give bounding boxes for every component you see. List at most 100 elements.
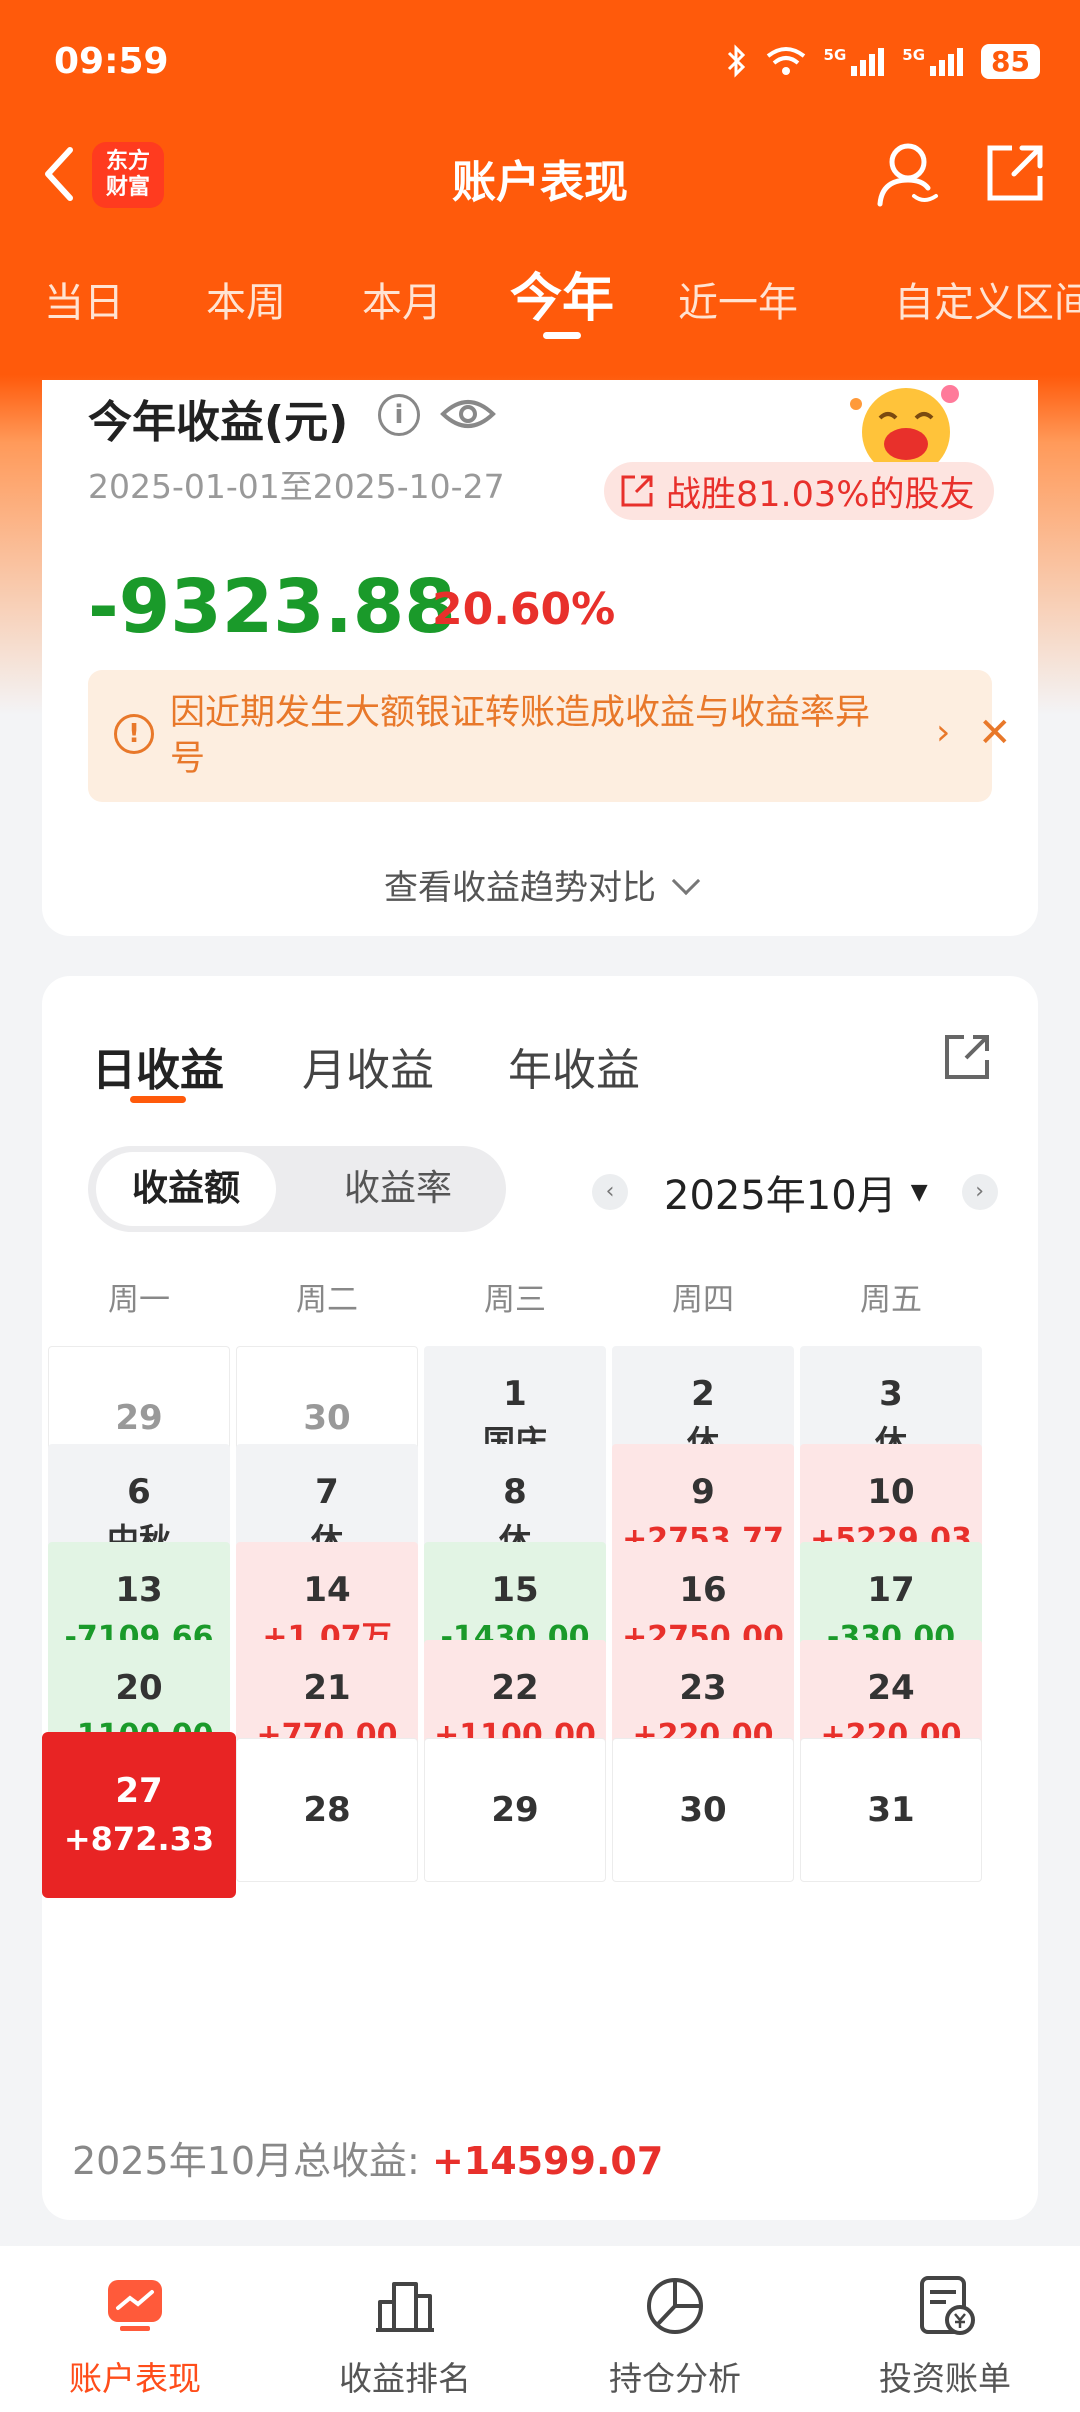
calendar-day[interactable]: 29 (424, 1738, 606, 1882)
calendar-day-number: 13 (115, 1570, 163, 1610)
performance-chart-icon (108, 2280, 162, 2331)
tab-custom-range[interactable]: 自定义区间 (894, 270, 1080, 328)
beat-rank-text: 战胜81.03%的股友 (666, 474, 975, 515)
share-icon[interactable] (984, 142, 1046, 204)
active-tab-indicator (543, 332, 581, 339)
nav-label: 投资账单 (879, 2359, 1011, 2398)
battery-level: 85 (981, 43, 1040, 79)
toggle-rate[interactable]: 收益率 (308, 1152, 488, 1226)
nav-investment-bill[interactable]: 投资账单 (810, 2272, 1080, 2402)
top-bar: 09:59 5G 5G 85 东方 财富 账户表现 当日 本周 本月 今年 近一… (0, 0, 1080, 375)
calendar-day-number: 29 (491, 1790, 539, 1830)
nav-account-performance[interactable]: 账户表现 (0, 2272, 270, 2402)
tab-month[interactable]: 本月 (362, 270, 442, 328)
date-range: 2025-01-01至2025-10-27 (88, 467, 505, 506)
notice-text: 因近期发生大额银证转账造成收益与收益率异号 (170, 693, 871, 779)
calendar-day[interactable]: 30 (612, 1738, 794, 1882)
signal-icon: 5G (824, 46, 885, 76)
calendar-day-number: 2 (691, 1374, 715, 1414)
calendar-day-number: 30 (303, 1398, 351, 1438)
calendar-day-number: 20 (115, 1668, 163, 1708)
tab-today[interactable]: 当日 (44, 270, 124, 328)
calendar-day-number: 24 (867, 1668, 915, 1708)
pie-chart-icon (647, 2278, 703, 2334)
eye-icon[interactable] (440, 392, 496, 436)
status-bar: 09:59 5G 5G 85 (54, 36, 1040, 86)
nav-label: 收益排名 (339, 2359, 471, 2398)
tab-this-year[interactable]: 今年 (510, 256, 614, 331)
calendar-day[interactable]: 28 (236, 1738, 418, 1882)
tab-last-year[interactable]: 近一年 (678, 270, 798, 328)
bar-chart-icon (376, 2282, 434, 2332)
weekday-label: 周三 (484, 1282, 546, 1318)
metric-toggle: 收益额 收益率 (88, 1146, 506, 1232)
next-month-icon[interactable]: › (961, 1174, 998, 1210)
toggle-amount[interactable]: 收益额 (96, 1152, 276, 1226)
calendar-day[interactable]: 27 +872.33 (42, 1732, 236, 1898)
notice-banner[interactable]: ! 因近期发生大额银证转账造成收益与收益率异号 › ✕ (88, 670, 1012, 802)
compare-trend-text: 查看收益趋势对比 (384, 868, 656, 908)
close-icon[interactable]: ✕ (978, 710, 1012, 756)
warning-icon: ! (114, 714, 154, 754)
bluetooth-icon (727, 44, 745, 78)
calendar-day-number: 22 (491, 1668, 539, 1708)
export-icon[interactable] (942, 1032, 992, 1082)
signal-label-2: 5G (902, 46, 926, 64)
current-month[interactable]: 2025年10月 (664, 1163, 897, 1221)
calendar-day-number: 15 (491, 1570, 539, 1610)
caret-down-icon[interactable]: ▼ (911, 1180, 928, 1205)
daily-tab-indicator (130, 1096, 186, 1103)
calendar-day-number: 29 (115, 1398, 163, 1438)
calendar-day-number: 9 (691, 1472, 715, 1512)
year-profit-rate: 20.60% (432, 584, 616, 635)
calendar-day-number: 10 (867, 1472, 915, 1512)
calendar-day-number: 14 (303, 1570, 351, 1610)
summary-card: 今年收益(元) i 2025-01-01至2025-10-27 战胜81.03%… (42, 380, 1038, 936)
month-total: 2025年10月总收益: +14599.07 (72, 2130, 663, 2185)
nav-holding-analysis[interactable]: 持仓分析 (540, 2272, 810, 2402)
calendar-day-number: 27 (115, 1771, 163, 1811)
calendar-day-number: 3 (879, 1374, 903, 1414)
chevron-down-icon (671, 866, 701, 896)
tab-week[interactable]: 本周 (206, 270, 286, 328)
info-icon[interactable]: i (378, 394, 420, 436)
share-small-icon (621, 475, 653, 507)
bill-icon (920, 2276, 975, 2335)
calendar-day-number: 31 (867, 1790, 915, 1830)
nav-profit-ranking[interactable]: 收益排名 (270, 2272, 540, 2402)
chevron-right-icon[interactable]: › (936, 712, 950, 753)
tab-monthly-profit[interactable]: 月收益 (302, 1034, 434, 1098)
bottom-nav: 账户表现 收益排名 持仓分析 投资账单 (0, 2246, 1080, 2412)
month-total-value: +14599.07 (431, 2139, 664, 2183)
calendar-day-number: 17 (867, 1570, 915, 1610)
title-bar: 东方 财富 账户表现 (0, 128, 1080, 220)
tab-daily-profit[interactable]: 日收益 (92, 1034, 224, 1098)
status-time: 09:59 (54, 40, 169, 82)
calendar-grid: 29 30 1 国庆 2 休 3 休 6 中秋 7 休 8 休 9 +2753.77 10 +5229.03 13-… (42, 1346, 1038, 2146)
calendar-day-number: 28 (303, 1790, 351, 1830)
user-privacy-icon[interactable] (876, 140, 940, 208)
weekday-label: 周五 (860, 1282, 922, 1318)
month-total-label: 2025年10月总收益: (72, 2139, 432, 2183)
weekday-label: 周二 (296, 1282, 358, 1318)
wifi-icon (766, 47, 805, 75)
year-profit-value: -9323.88 (88, 564, 456, 650)
compare-trend-link[interactable]: 查看收益趋势对比 (42, 860, 1038, 909)
beat-rank-badge[interactable]: 战胜81.03%的股友 (604, 462, 995, 520)
signal-icon-2: 5G (902, 46, 964, 76)
signal-label: 5G (823, 46, 847, 64)
happy-emoji-icon (850, 385, 959, 474)
nav-label: 持仓分析 (609, 2359, 741, 2398)
weekday-label: 周一 (108, 1282, 170, 1318)
calendar-day-number: 23 (679, 1668, 727, 1708)
calendar-day-number: 1 (503, 1374, 527, 1414)
weekday-label: 周四 (672, 1282, 734, 1318)
summary-title: 今年收益(元) (88, 397, 349, 448)
weekday-header: 周一 周二 周三 周四 周五 (42, 1274, 1038, 1318)
daily-profit-card: 日收益 月收益 年收益 收益额 收益率 ‹ 2025年10月 ▼ › 周一 周二… (42, 976, 1038, 2220)
calendar-day[interactable]: 31 (800, 1738, 982, 1882)
prev-month-icon[interactable]: ‹ (592, 1174, 628, 1210)
tab-yearly-profit[interactable]: 年收益 (508, 1034, 640, 1098)
month-selector: ‹ 2025年10月 ▼ › (592, 1164, 998, 1220)
calendar-day-value: +872.33 (63, 1820, 215, 1858)
